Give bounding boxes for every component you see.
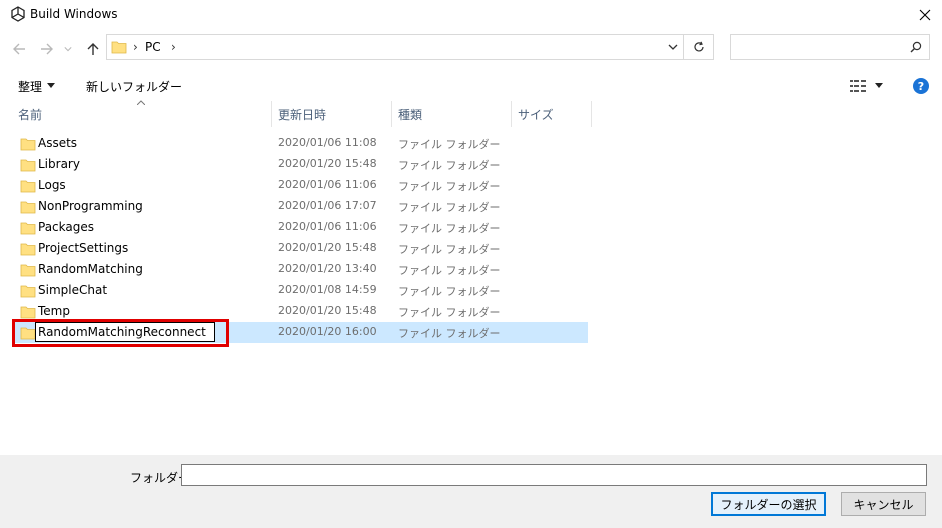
file-row[interactable]: NonProgramming 2020/01/06 17:07 ファイル フォルダー: [12, 196, 588, 217]
file-row[interactable]: Library 2020/01/20 15:48 ファイル フォルダー: [12, 154, 588, 175]
file-date: 2020/01/06 11:06: [278, 178, 377, 191]
recent-locations-button[interactable]: [62, 40, 74, 58]
up-button[interactable]: [84, 40, 102, 58]
folder-icon: [20, 306, 36, 319]
chevron-down-icon[interactable]: [667, 42, 679, 52]
column-header-date[interactable]: 更新日時: [272, 101, 392, 127]
folder-icon: [20, 180, 36, 193]
file-type: ファイル フォルダー: [398, 222, 501, 235]
file-row[interactable]: ProjectSettings 2020/01/20 15:48 ファイル フォルダ…: [12, 238, 588, 259]
file-type: ファイル フォルダー: [398, 243, 501, 256]
view-options-icon[interactable]: [850, 80, 866, 92]
file-name: Logs: [38, 178, 66, 192]
chevron-down-icon: [64, 47, 72, 52]
file-name: SimpleChat: [38, 283, 108, 297]
file-row[interactable]: RandomMatching 2020/01/20 13:40 ファイル フォルダー: [12, 259, 588, 280]
new-folder-button[interactable]: 新しいフォルダー: [86, 78, 182, 95]
file-type: ファイル フォルダー: [398, 306, 501, 319]
file-name: Packages: [38, 220, 94, 234]
folder-icon: [20, 285, 36, 298]
file-type: ファイル フォルダー: [398, 327, 501, 340]
folder-icon: [20, 159, 36, 172]
file-date: 2020/01/20 15:48: [278, 241, 377, 254]
file-date: 2020/01/06 11:06: [278, 220, 377, 233]
file-date: 2020/01/20 15:48: [278, 157, 377, 170]
breadcrumb-item-pc[interactable]: PC: [145, 40, 161, 54]
file-type: ファイル フォルダー: [398, 180, 501, 193]
caret-down-icon[interactable]: [875, 83, 883, 89]
file-name: Temp: [38, 304, 70, 318]
forward-button[interactable]: [38, 40, 56, 58]
file-date: 2020/01/20 16:00: [278, 325, 377, 338]
caret-down-icon[interactable]: [47, 83, 55, 89]
folder-icon: [20, 264, 36, 277]
column-header-name[interactable]: 名前: [12, 101, 272, 127]
file-date: 2020/01/06 11:08: [278, 136, 377, 149]
back-button[interactable]: [10, 40, 28, 58]
command-toolbar: 整理 新しいフォルダー ?: [0, 72, 942, 100]
folder-icon: [20, 222, 36, 235]
file-name: ProjectSettings: [38, 241, 129, 255]
file-type: ファイル フォルダー: [398, 159, 501, 172]
close-button[interactable]: [908, 0, 942, 30]
window-title: Build Windows: [30, 7, 118, 21]
file-name: Library: [38, 157, 80, 171]
column-header-row: 名前 更新日時 種類 サイズ: [0, 100, 942, 127]
file-row[interactable]: Packages 2020/01/06 11:06 ファイル フォルダー: [12, 217, 588, 238]
file-date: 2020/01/08 14:59: [278, 283, 377, 296]
file-date: 2020/01/06 17:07: [278, 199, 377, 212]
select-folder-button[interactable]: フォルダーの選択: [711, 492, 826, 516]
refresh-button[interactable]: [684, 34, 714, 60]
help-button[interactable]: ?: [913, 78, 929, 94]
arrow-left-icon: [13, 43, 25, 55]
search-icon: [910, 41, 922, 53]
navigation-bar: › PC ›: [0, 30, 942, 68]
file-type: ファイル フォルダー: [398, 201, 501, 214]
file-type: ファイル フォルダー: [398, 264, 501, 277]
help-icon: ?: [917, 79, 925, 93]
folder-icon: [20, 138, 36, 151]
cancel-button[interactable]: キャンセル: [841, 492, 926, 516]
file-row[interactable]: Assets 2020/01/06 11:08 ファイル フォルダー: [12, 133, 588, 154]
folder-icon: [20, 201, 36, 214]
column-header-size[interactable]: サイズ: [512, 101, 592, 127]
breadcrumb-separator[interactable]: ›: [171, 40, 176, 54]
unity-icon: [11, 6, 25, 22]
search-box[interactable]: [730, 34, 930, 60]
folder-input[interactable]: [181, 464, 927, 486]
file-date: 2020/01/20 15:48: [278, 304, 377, 317]
file-type: ファイル フォルダー: [398, 285, 501, 298]
title-bar: Build Windows: [0, 0, 942, 30]
close-icon: [919, 9, 931, 21]
folder-icon: [111, 41, 127, 54]
file-row[interactable]: Logs 2020/01/06 11:06 ファイル フォルダー: [12, 175, 588, 196]
address-bar[interactable]: › PC ›: [106, 34, 684, 60]
arrow-right-icon: [41, 43, 53, 55]
refresh-icon: [693, 41, 704, 52]
file-type: ファイル フォルダー: [398, 138, 501, 151]
arrow-up-icon: [87, 43, 99, 55]
file-name: NonProgramming: [38, 199, 143, 213]
file-name: RandomMatching: [38, 262, 143, 276]
folder-icon: [20, 243, 36, 256]
file-row[interactable]: SimpleChat 2020/01/08 14:59 ファイル フォルダー: [12, 280, 588, 301]
annotation-highlight: [12, 319, 229, 347]
dialog-footer: フォルダー: フォルダーの選択 キャンセル: [0, 455, 942, 528]
file-name: Assets: [38, 136, 78, 150]
file-date: 2020/01/20 13:40: [278, 262, 377, 275]
column-header-type[interactable]: 種類: [392, 101, 512, 127]
organize-button[interactable]: 整理: [18, 78, 42, 95]
breadcrumb-separator: ›: [133, 40, 138, 54]
